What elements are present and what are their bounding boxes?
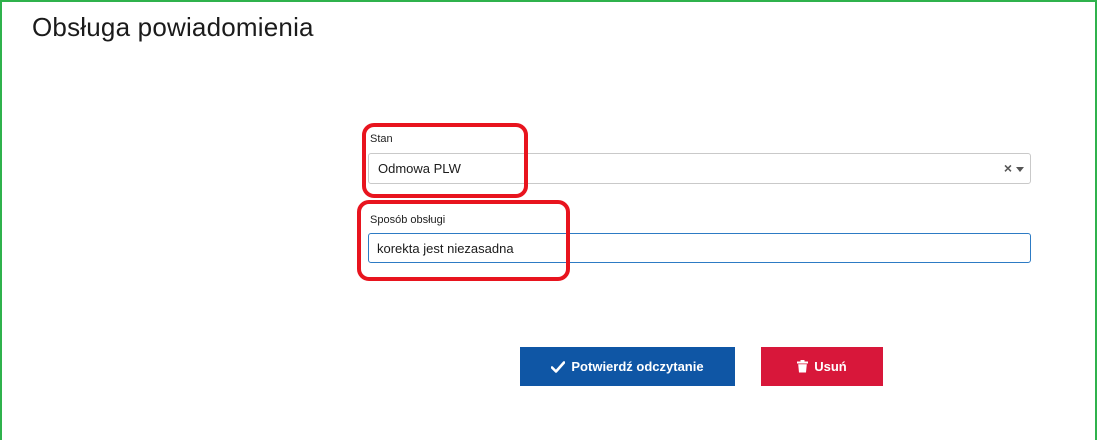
confirm-read-label: Potwierdź odczytanie [571, 359, 704, 374]
delete-button[interactable]: Usuń [761, 347, 883, 386]
trash-icon [797, 360, 809, 373]
sposob-highlight [357, 200, 570, 281]
chevron-down-icon[interactable] [1016, 167, 1024, 172]
stan-highlight [362, 123, 528, 198]
delete-label: Usuń [814, 359, 847, 374]
page-title: Obsługa powiadomienia [32, 12, 314, 42]
checkmark-icon [551, 360, 566, 373]
confirm-read-button[interactable]: Potwierdź odczytanie [520, 347, 735, 386]
clear-icon[interactable]: × [1004, 160, 1012, 176]
